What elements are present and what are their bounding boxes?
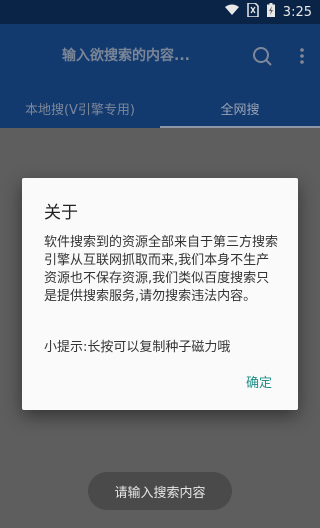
more-vert-icon[interactable]: [290, 44, 314, 68]
toast-message: 请输入搜索内容: [88, 472, 232, 510]
status-time: 3:25: [282, 4, 312, 20]
search-icon[interactable]: [250, 44, 274, 68]
about-dialog: 关于 软件搜索到的资源全部来自于第三方搜索引擎从互联网抓取而来,我们本身不生产资…: [22, 178, 298, 410]
dialog-message: 软件搜索到的资源全部来自于第三方搜索引擎从互联网抓取而来,我们本身不生产资源也不…: [44, 235, 279, 304]
tab-local-search[interactable]: 本地搜(V引擎专用): [0, 88, 160, 128]
no-sim-icon: [247, 2, 259, 21]
dialog-tip: 小提示:长按可以复制种子磁力哦: [44, 340, 231, 355]
wifi-icon: [224, 4, 239, 20]
battery-charging-icon: [266, 3, 275, 21]
status-bar: 3:25: [0, 0, 320, 24]
dialog-title: 关于: [44, 203, 78, 223]
ok-button[interactable]: 确定: [246, 372, 272, 391]
tab-web-search[interactable]: 全网搜: [160, 88, 320, 128]
tab-bar: 本地搜(V引擎专用) 全网搜: [0, 88, 320, 128]
search-input[interactable]: 输入欲搜索的内容...: [62, 45, 262, 65]
app-toolbar: 输入欲搜索的内容...: [0, 24, 320, 88]
